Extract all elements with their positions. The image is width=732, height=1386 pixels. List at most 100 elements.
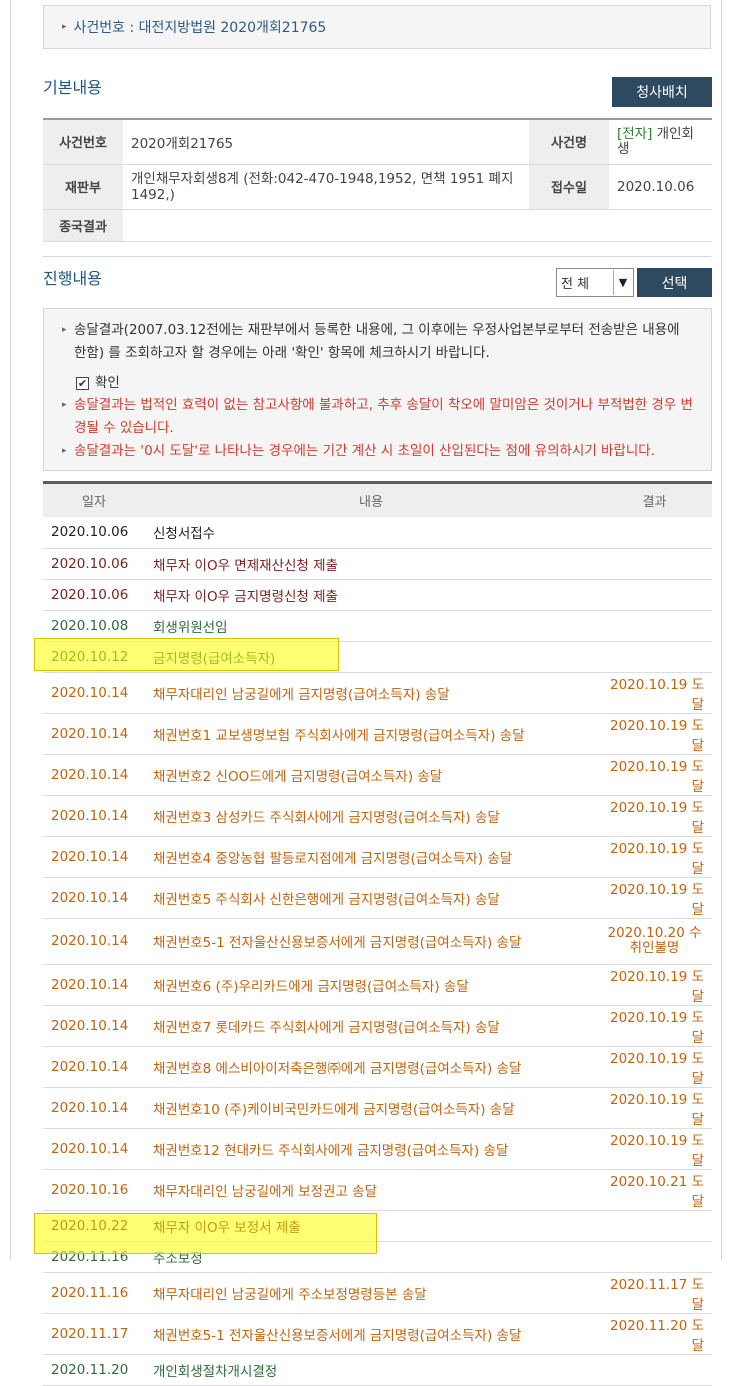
progress-date: 2020.10.14: [43, 713, 145, 755]
progress-date: 2020.10.14: [43, 1005, 145, 1047]
progress-result: 2020.10.19 도달: [597, 877, 712, 919]
progress-row: 2020.11.17 채권번호5-1 전자울산신용보증서에게 금지명령(급여소득자…: [43, 1313, 712, 1355]
progress-result: [597, 641, 712, 673]
progress-date: 2020.10.14: [43, 1128, 145, 1170]
progress-row: 2020.10.16 채무자대리인 남궁길에게 보정권고 송달 2020.10.21…: [43, 1169, 712, 1211]
basic-row: 사건번호 2020개회21765 사건명 [전자] 개인회생: [43, 119, 712, 165]
progress-row: 2020.10.14 채권번호8 에스비아이저축은행㈜에게 금지명령(급여소득자)…: [43, 1046, 712, 1088]
filter-value: 전 체: [561, 277, 590, 292]
progress-content: 채권번호1 교보생명보험 주식회사에게 금지명령(급여소득자) 송달: [145, 713, 597, 755]
header-date: 일자: [43, 482, 145, 517]
confirm-label[interactable]: 확인: [95, 372, 120, 395]
bullet-icon: ▸: [62, 22, 67, 32]
progress-date: 2020.10.14: [43, 672, 145, 714]
progress-content: 채무자대리인 남궁길에게 금지명령(급여소득자) 송달: [145, 672, 597, 714]
basic-label: 접수일: [529, 164, 609, 210]
basic-row: 종국결과: [43, 209, 712, 242]
progress-content: 채무자 이O우 금지명령신청 제출: [145, 579, 597, 611]
progress-date: 2020.11.20: [43, 1354, 145, 1386]
progress-content: 채권번호10 (주)케이비국민카드에게 금지명령(급여소득자) 송달: [145, 1087, 597, 1129]
confirm-checkbox-row[interactable]: ✔ 확인: [76, 372, 693, 394]
progress-date: 2020.10.14: [43, 964, 145, 1006]
progress-row: 2020.10.14 채권번호4 중앙농협 팔등로지점에게 금지명령(급여소득자)…: [43, 836, 712, 878]
progress-content: 채권번호4 중앙농협 팔등로지점에게 금지명령(급여소득자) 송달: [145, 836, 597, 878]
progress-result: 2020.11.17 도달: [597, 1272, 712, 1314]
warning-text: 송달결과는 법적인 효력이 없는 참고사항에 불과하고, 추후 송달이 착오에 …: [74, 397, 693, 436]
progress-table: 일자 내용 결과 2020.10.06 신청서접수 2020.10.06 채무자 이O…: [43, 481, 712, 1386]
basic-label: 재판부: [43, 164, 123, 210]
bullet-icon: ▸: [62, 446, 67, 456]
notice-text: 송달결과(2007.03.12전에는 재판부에서 등록한 내용에, 그 이후에는…: [74, 322, 680, 361]
progress-date: 2020.10.12: [43, 641, 145, 673]
progress-date: 2020.10.14: [43, 1046, 145, 1088]
progress-row: 2020.10.14 채권번호1 교보생명보험 주식회사에게 금지명령(급여소득자…: [43, 713, 712, 755]
progress-date: 2020.10.06: [43, 517, 145, 549]
basic-value: 개인채무자회생8계 (전화:042-470-1948,1952, 면책 1951…: [123, 164, 529, 210]
progress-result: [597, 548, 712, 580]
progress-row: 2020.10.06 채무자 이O우 금지명령신청 제출: [43, 579, 712, 611]
case-name-value: [전자] 개인회생: [609, 119, 712, 165]
electronic-tag: [전자]: [617, 125, 653, 142]
progress-result: 2020.10.19 도달: [597, 795, 712, 837]
progress-row: 2020.10.14 채무자대리인 남궁길에게 금지명령(급여소득자) 송달 202…: [43, 672, 712, 714]
notice-box: ▸ 송달결과(2007.03.12전에는 재판부에서 등록한 내용에, 그 이후…: [43, 308, 712, 471]
progress-result: [597, 1354, 712, 1386]
progress-result: 2020.10.19 도달: [597, 1046, 712, 1088]
progress-result: 2020.10.19 도달: [597, 1005, 712, 1047]
progress-filter-select[interactable]: 전 체 ▼: [556, 268, 634, 297]
progress-row: 2020.10.14 채권번호7 롯데카드 주식회사에게 금지명령(급여소득자) …: [43, 1005, 712, 1047]
basic-value: 2020개회21765: [123, 119, 529, 165]
progress-result: 2020.10.19 도달: [597, 672, 712, 714]
progress-date: 2020.10.06: [43, 548, 145, 580]
bullet-icon: ▸: [62, 400, 67, 410]
progress-result: 2020.10.19 도달: [597, 754, 712, 796]
progress-result: [597, 1210, 712, 1242]
basic-value: [123, 209, 712, 242]
progress-table-body: 2020.10.06 신청서접수 2020.10.06 채무자 이O우 면제재산신청 …: [43, 517, 712, 1386]
progress-date: 2020.10.14: [43, 754, 145, 796]
progress-content: 채무자대리인 남궁길에게 주소보정명령등본 송달: [145, 1272, 597, 1314]
progress-date: 2020.10.06: [43, 579, 145, 611]
progress-result: [597, 610, 712, 642]
header-result: 결과: [597, 482, 712, 517]
progress-row: 2020.10.06 신청서접수: [43, 517, 712, 549]
progress-content: 채무자대리인 남궁길에게 보정권고 송달: [145, 1169, 597, 1211]
progress-row: 2020.11.16 채무자대리인 남궁길에게 주소보정명령등본 송달 2020.1…: [43, 1272, 712, 1314]
progress-row: 2020.10.08 회생위원선임: [43, 610, 712, 642]
progress-result: 2020.11.20 도달: [597, 1313, 712, 1355]
court-map-button[interactable]: 청사배치: [612, 77, 712, 107]
basic-label: 사건번호: [43, 119, 123, 165]
confirm-checkbox[interactable]: ✔: [76, 376, 89, 390]
case-number-banner: ▸ 사건번호 : 대전지방법원 2020개회21765: [43, 5, 711, 49]
basic-info-table: 사건번호 2020개회21765 사건명 [전자] 개인회생 재판부 개인채무자…: [43, 118, 712, 242]
progress-date: 2020.10.14: [43, 1087, 145, 1129]
progress-result: 2020.10.19 도달: [597, 836, 712, 878]
progress-result: 2020.10.19 도달: [597, 713, 712, 755]
progress-result: 2020.10.20 수취인불명: [597, 918, 712, 965]
progress-result: [597, 579, 712, 611]
section-divider: [43, 256, 711, 257]
progress-content: 채권번호12 현대카드 주식회사에게 금지명령(급여소득자) 송달: [145, 1128, 597, 1170]
basic-section-title: 기본내용: [43, 78, 102, 97]
progress-row: 2020.10.14 채권번호10 (주)케이비국민카드에게 금지명령(급여소득자…: [43, 1087, 712, 1129]
progress-row: 2020.10.14 채권번호5 주식회사 신한은행에게 금지명령(급여소득자) …: [43, 877, 712, 919]
progress-row: 2020.11.20 개인회생절차개시결정: [43, 1354, 712, 1386]
progress-content: 신청서접수: [145, 517, 597, 549]
progress-content: 채권번호5-1 전자울산신용보증서에게 금지명령(급여소득자) 송달: [145, 918, 597, 965]
progress-result: 2020.10.21 도달: [597, 1169, 712, 1211]
progress-row: 2020.10.06 채무자 이O우 면제재산신청 제출: [43, 548, 712, 580]
warning-item: ▸ 송달결과는 '0시 도달'로 나타나는 경우에는 기간 계산 시 초일이 산…: [62, 440, 693, 463]
select-button[interactable]: 선택: [637, 268, 712, 297]
progress-content: 채무자 이O우 면제재산신청 제출: [145, 548, 597, 580]
progress-content: 채권번호2 신OO드에게 금지명령(급여소득자) 송달: [145, 754, 597, 796]
progress-content: 채권번호8 에스비아이저축은행㈜에게 금지명령(급여소득자) 송달: [145, 1046, 597, 1088]
header-content: 내용: [145, 482, 597, 517]
progress-result: 2020.10.19 도달: [597, 964, 712, 1006]
chevron-down-icon[interactable]: ▼: [613, 270, 632, 295]
progress-date: 2020.10.14: [43, 877, 145, 919]
case-number-text: 사건번호 : 대전지방법원 2020개회21765: [73, 20, 327, 36]
notice-item: ▸ 송달결과(2007.03.12전에는 재판부에서 등록한 내용에, 그 이후…: [62, 319, 693, 365]
basic-value: 2020.10.06: [609, 164, 712, 210]
progress-content: 개인회생절차개시결정: [145, 1354, 597, 1386]
progress-date: 2020.11.17: [43, 1313, 145, 1355]
